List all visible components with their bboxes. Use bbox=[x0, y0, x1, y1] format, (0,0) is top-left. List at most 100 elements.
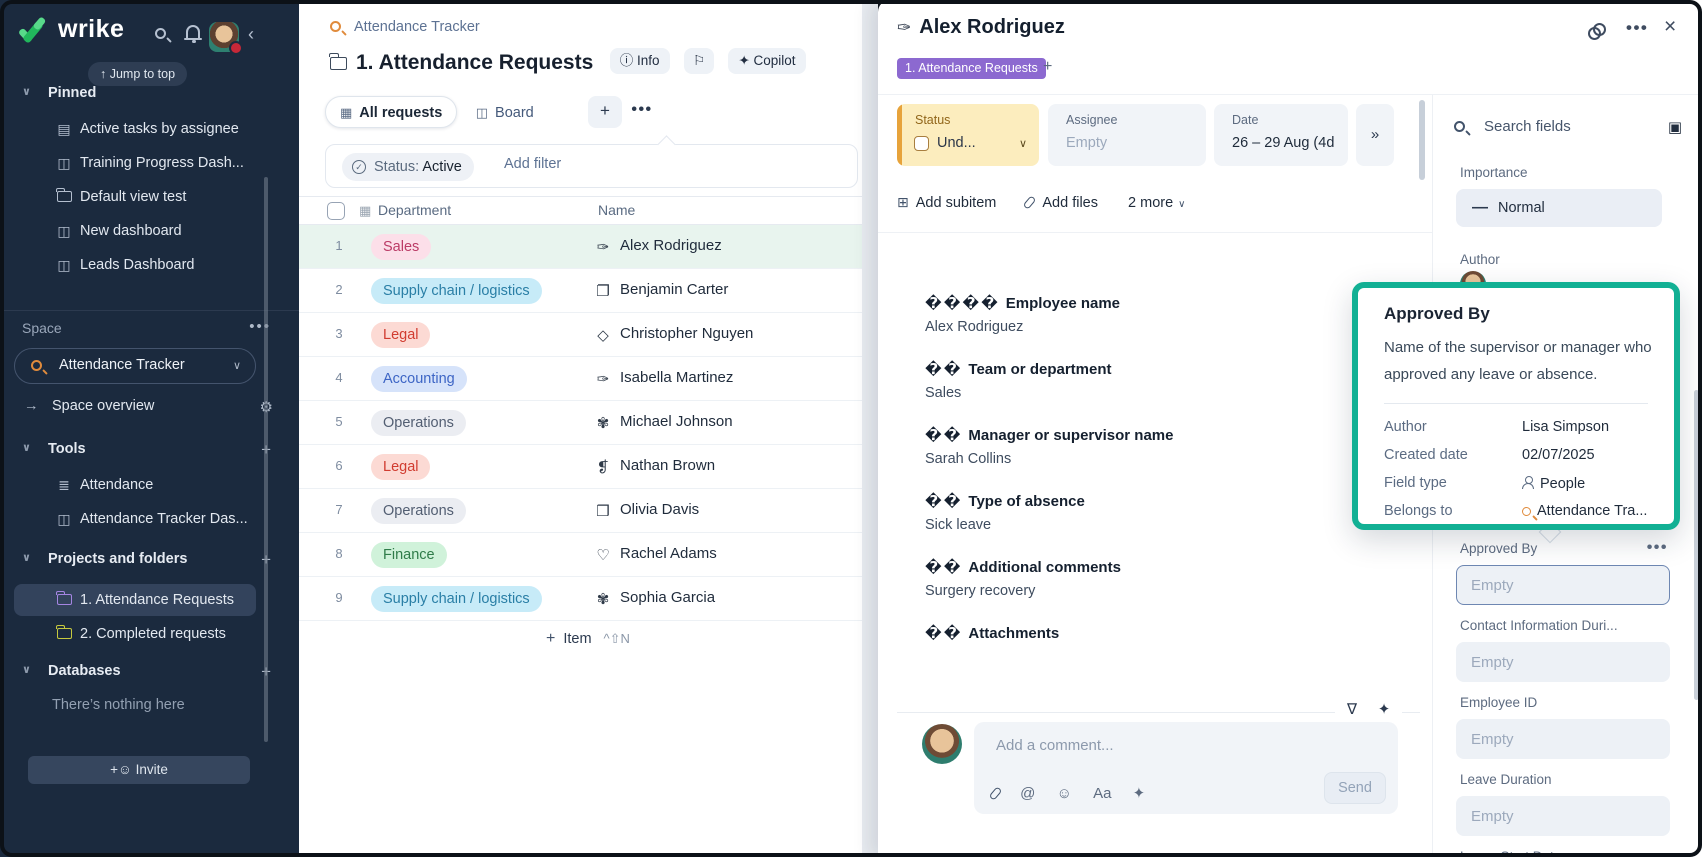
table-row[interactable]: 1 Sales ✑ Alex Rodriguez bbox=[299, 225, 862, 269]
table-row[interactable]: 2 Supply chain / logistics ❐ Benjamin Ca… bbox=[299, 269, 862, 313]
sidebar-pinned-item[interactable]: ▤ Active tasks by assignee bbox=[0, 112, 299, 146]
toggle-panel-icon[interactable]: ▣ bbox=[1668, 118, 1682, 136]
copilot-button[interactable]: ✦ Copilot bbox=[728, 48, 805, 74]
tools-section-header[interactable]: ∨ Tools + bbox=[0, 440, 299, 462]
table-row[interactable]: 7 Operations ❒ Olivia Davis bbox=[299, 489, 862, 533]
department-pill[interactable]: Accounting bbox=[371, 366, 467, 392]
databases-section-header[interactable]: ∨ Databases + bbox=[0, 662, 299, 684]
sidebar-pinned-item[interactable]: ◫ Training Progress Dash... bbox=[0, 146, 299, 180]
status-filter-pill[interactable]: ✓ Status: Active bbox=[342, 153, 474, 181]
request-name[interactable]: Nathan Brown bbox=[620, 457, 715, 474]
field-value-box[interactable]: Empty bbox=[1456, 719, 1670, 759]
table-row[interactable]: 3 Legal ◇ Christopher Nguyen bbox=[299, 313, 862, 357]
filter-comments-funnel-icon[interactable]: ∇ bbox=[1336, 700, 1368, 718]
detail-scrollbar[interactable] bbox=[1419, 100, 1425, 180]
department-pill[interactable]: Legal bbox=[371, 454, 430, 480]
notifications-bell-icon[interactable] bbox=[186, 25, 200, 42]
pinned-section-header[interactable]: ∨ Pinned bbox=[0, 84, 299, 106]
request-name[interactable]: Benjamin Carter bbox=[620, 281, 728, 298]
mention-at-icon[interactable]: @ bbox=[1020, 785, 1035, 802]
assignee-field[interactable]: Assignee Empty bbox=[1048, 104, 1206, 166]
space-overview-item[interactable]: → Space overview ⚙ bbox=[0, 396, 299, 422]
more-fields-button[interactable]: 2 more∨ bbox=[1128, 195, 1185, 211]
fields-scrollbar[interactable] bbox=[1694, 390, 1699, 700]
name-emoji-icon: ❒ bbox=[593, 502, 613, 520]
sidebar-project-item[interactable]: 2. Completed requests bbox=[0, 617, 299, 651]
invite-button[interactable]: +☺ Invite bbox=[28, 756, 250, 784]
item-label: Active tasks by assignee bbox=[80, 112, 239, 146]
panel-gap bbox=[862, 0, 878, 857]
sidebar-pinned-item[interactable]: ◫ New dashboard bbox=[0, 214, 299, 248]
department-pill[interactable]: Legal bbox=[371, 322, 430, 348]
emoji-smiley-icon[interactable]: ☺ bbox=[1057, 785, 1072, 802]
user-avatar[interactable] bbox=[209, 22, 239, 52]
department-pill[interactable]: Sales bbox=[371, 234, 431, 260]
wrike-logo[interactable]: wrike bbox=[20, 14, 140, 48]
search-fields-input[interactable] bbox=[1482, 117, 1632, 136]
copy-link-icon[interactable] bbox=[1588, 22, 1602, 42]
sidebar-scrollbar[interactable] bbox=[264, 177, 268, 742]
request-name[interactable]: Olivia Davis bbox=[620, 501, 699, 518]
ai-assist-sparkle-icon[interactable]: ✦ bbox=[1133, 784, 1146, 802]
add-item-button[interactable]: +Item^⇧N bbox=[546, 630, 630, 654]
chevron-down-icon: ∨ bbox=[1178, 199, 1185, 210]
department-pill[interactable]: Supply chain / logistics bbox=[371, 586, 542, 612]
request-name[interactable]: Rachel Adams bbox=[620, 545, 717, 562]
comment-input[interactable] bbox=[994, 736, 1294, 755]
department-pill[interactable]: Supply chain / logistics bbox=[371, 278, 542, 304]
pin-icon[interactable]: ⚐ bbox=[684, 48, 714, 74]
status-checkbox[interactable] bbox=[914, 136, 929, 151]
send-button[interactable]: Send bbox=[1324, 772, 1386, 804]
table-row[interactable]: 5 Operations ✾ Michael Johnson bbox=[299, 401, 862, 445]
select-all-checkbox[interactable] bbox=[327, 202, 345, 220]
importance-field[interactable]: —Normal bbox=[1456, 189, 1662, 227]
expand-fields-button[interactable]: » bbox=[1356, 104, 1394, 166]
table-row[interactable]: 6 Legal ❡ Nathan Brown bbox=[299, 445, 862, 489]
sidebar-pinned-item[interactable]: ◫ Leads Dashboard bbox=[0, 248, 299, 282]
request-name[interactable]: Alex Rodriguez bbox=[620, 237, 722, 254]
request-name[interactable]: Sophia Garcia bbox=[620, 589, 715, 606]
close-icon[interactable]: × bbox=[1664, 15, 1676, 39]
sidebar-pinned-item[interactable]: Default view test bbox=[0, 180, 299, 214]
status-field[interactable]: Status Und... ∨ bbox=[897, 104, 1039, 166]
info-button[interactable]: ⓘ Info bbox=[610, 48, 670, 74]
more-actions-dots-icon[interactable]: ••• bbox=[1626, 18, 1648, 38]
column-header-department[interactable]: Department bbox=[378, 202, 451, 218]
space-selector[interactable]: Attendance Tracker ∨ bbox=[14, 348, 256, 384]
table-row[interactable]: 9 Supply chain / logistics ✾ Sophia Garc… bbox=[299, 577, 862, 621]
add-subitem-button[interactable]: ⊞Add subitem bbox=[897, 194, 996, 211]
sidebar-tool-item[interactable]: ◫ Attendance Tracker Das... bbox=[0, 502, 299, 536]
ai-sparkle-icon[interactable]: ✦ bbox=[1368, 700, 1400, 718]
department-pill[interactable]: Finance bbox=[371, 542, 447, 568]
jump-to-top-button[interactable]: ↑ Jump to top bbox=[88, 62, 187, 86]
field-value-box[interactable]: Empty bbox=[1456, 796, 1670, 836]
task-description[interactable]: ����Employee name Alex Rodriguez ��Team … bbox=[925, 294, 1395, 667]
request-name[interactable]: Christopher Nguyen bbox=[620, 325, 753, 342]
add-files-button[interactable]: Add files bbox=[1026, 195, 1098, 211]
collapse-sidebar-icon[interactable]: ‹ bbox=[248, 24, 254, 45]
add-view-button[interactable]: + bbox=[588, 96, 622, 128]
view-tab[interactable]: ◫Board bbox=[462, 97, 548, 129]
search-icon[interactable] bbox=[155, 26, 166, 43]
column-header-name[interactable]: Name bbox=[598, 202, 635, 218]
request-name[interactable]: Michael Johnson bbox=[620, 413, 733, 430]
date-field[interactable]: Date 26 – 29 Aug (4d bbox=[1214, 104, 1348, 166]
text-format-icon[interactable]: Aa bbox=[1093, 785, 1111, 802]
department-pill[interactable]: Operations bbox=[371, 410, 466, 436]
project-tag[interactable]: 1. Attendance Requests bbox=[897, 58, 1046, 79]
attach-paperclip-icon[interactable] bbox=[992, 785, 999, 802]
request-name[interactable]: Isabella Martinez bbox=[620, 369, 733, 386]
add-tag-button[interactable]: + bbox=[1043, 58, 1052, 76]
field-value-box[interactable]: Empty bbox=[1456, 642, 1670, 682]
department-pill[interactable]: Operations bbox=[371, 498, 466, 524]
field-menu-dots-icon[interactable]: ••• bbox=[1647, 539, 1668, 557]
projects-section-header[interactable]: ∨ Projects and folders + bbox=[0, 550, 299, 572]
field-value-box[interactable]: Empty bbox=[1456, 565, 1670, 605]
sidebar-project-item[interactable]: 1. Attendance Requests bbox=[0, 583, 299, 617]
add-filter-button[interactable]: Add filter bbox=[504, 156, 561, 172]
view-tab[interactable]: ▦All requests bbox=[325, 96, 457, 128]
sidebar-tool-item[interactable]: ≣ Attendance bbox=[0, 468, 299, 502]
more-views-dots-icon[interactable]: ••• bbox=[625, 96, 659, 128]
table-row[interactable]: 8 Finance ♡ Rachel Adams bbox=[299, 533, 862, 577]
table-row[interactable]: 4 Accounting ✑ Isabella Martinez bbox=[299, 357, 862, 401]
